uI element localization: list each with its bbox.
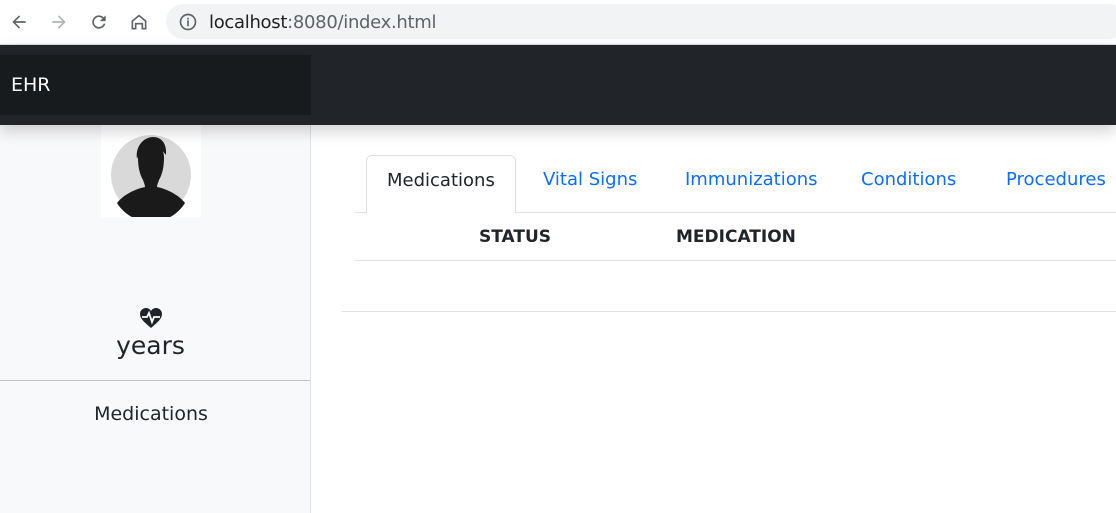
tab-conditions[interactable]: Conditions [841,155,976,204]
brand-container: EHR [0,55,311,115]
table-header-row: STATUS MEDICATION [355,213,1116,261]
patient-sidebar: years Medications [0,125,311,513]
home-icon[interactable] [123,6,155,38]
record-tabs: Medications Vital Signs Immunizations Co… [355,155,1116,214]
reload-icon[interactable] [83,6,115,38]
address-bar[interactable]: localhost:8080/index.html [166,4,1116,39]
heartbeat-icon [140,308,162,328]
sidebar-section-medications[interactable]: Medications [0,403,302,425]
browser-toolbar: localhost:8080/index.html [0,0,1116,45]
app-navbar: EHR [0,45,1116,125]
url-text: localhost:8080/index.html [209,12,437,33]
avatar [101,125,201,217]
brand-link[interactable]: EHR [11,74,51,96]
patient-age-unit: years [116,331,185,360]
url-host: localhost [209,12,288,33]
url-path: :8080/index.html [287,12,437,33]
avatar-silhouette-icon [111,135,191,217]
info-icon[interactable] [178,12,198,32]
table-body-divider [341,311,1116,312]
tab-procedures[interactable]: Procedures [986,155,1116,204]
tab-vital-signs[interactable]: Vital Signs [523,155,657,204]
forward-arrow-icon[interactable] [43,6,75,38]
back-arrow-icon[interactable] [3,6,35,38]
column-header-status: STATUS [479,227,552,247]
tab-medications[interactable]: Medications [366,155,516,214]
column-header-medication: MEDICATION [676,227,796,247]
sidebar-divider [0,380,310,381]
tab-immunizations[interactable]: Immunizations [665,155,838,204]
medications-table: STATUS MEDICATION [355,213,1116,261]
